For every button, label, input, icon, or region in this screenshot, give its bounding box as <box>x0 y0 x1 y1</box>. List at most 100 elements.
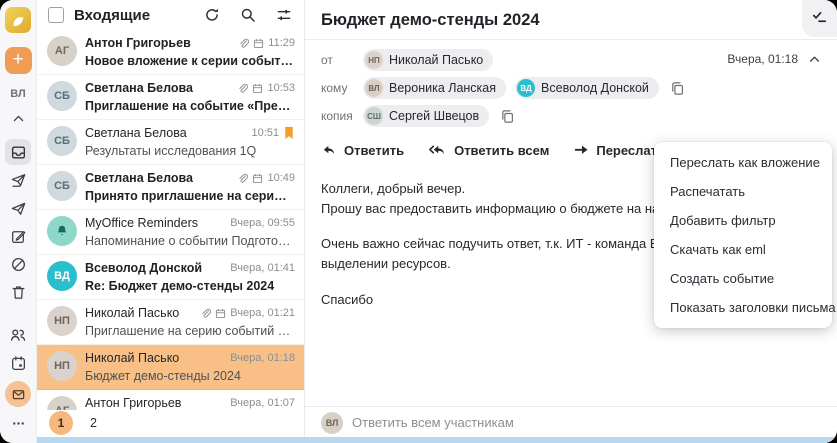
email-row[interactable]: MyOffice Reminders Вчера, 09:55 Напомина… <box>37 210 304 255</box>
avatar: АГ <box>47 396 77 410</box>
collapse-header-chevron-up-icon[interactable] <box>808 53 821 66</box>
menu-item-download-eml[interactable]: Скачать как eml <box>654 235 832 264</box>
email-sender: Антон Григорьев <box>85 396 182 410</box>
folder-title: Входящие <box>74 6 151 24</box>
email-subject: Re: Бюджет демо-стенды 2024 <box>85 279 275 293</box>
avatar: СБ <box>47 126 77 156</box>
email-time: Вчера, 01:41 <box>230 262 295 274</box>
reminder-bell-avatar <box>47 216 77 246</box>
refresh-icon[interactable] <box>204 7 220 23</box>
email-subject: Новое вложение к серии событий «Аналити… <box>85 54 295 68</box>
email-row[interactable]: СБ Светлана Белова 10:49 Принято приглаш… <box>37 165 304 210</box>
event-calendar-icon <box>252 83 263 94</box>
menu-item-print[interactable]: Распечатать <box>654 177 832 206</box>
account-initials[interactable]: ВЛ <box>10 88 25 100</box>
collapse-account-chevron-up-icon[interactable] <box>5 105 31 131</box>
copy-recipients-icon[interactable] <box>670 81 685 96</box>
contacts-app-icon[interactable] <box>5 322 31 348</box>
copy-cc-icon[interactable] <box>500 109 515 124</box>
attachment-paperclip-icon <box>200 308 212 319</box>
reply-button[interactable]: Ответить <box>321 143 404 158</box>
compose-new-button[interactable]: + <box>4 47 32 74</box>
message-list-header: Входящие <box>37 0 304 30</box>
calendar-app-icon[interactable] <box>5 350 31 376</box>
mail-app-active-icon[interactable] <box>5 381 31 407</box>
email-subject: Бюджет демо-стенды 2024 <box>85 369 241 383</box>
forward-button[interactable]: Переслать <box>573 143 665 158</box>
folder-trash-icon[interactable] <box>5 279 31 305</box>
page-2-button[interactable]: 2 <box>90 416 97 430</box>
menu-item-show-headers[interactable]: Показать заголовки письма <box>654 293 836 322</box>
email-row[interactable]: НП Николай Пасько Вчера, 01:21 Приглашен… <box>37 300 304 345</box>
app-rail: + ВЛ <box>0 0 37 443</box>
avatar: ВД <box>517 79 536 97</box>
message-list-panel: Входящие АГ Антон Григорьев 11:29 Новое … <box>37 0 305 443</box>
avatar: ВЛ <box>321 411 343 434</box>
from-name: Николай Пасько <box>389 53 484 67</box>
checklist-icon[interactable] <box>802 0 837 37</box>
reply-all-button[interactable]: Ответить всем <box>428 143 549 158</box>
cc-chip[interactable]: СШ Сергей Швецов <box>363 105 490 127</box>
avatar: СБ <box>47 171 77 201</box>
body-line: Коллеги, добрый вечер. <box>321 181 466 196</box>
to-chip[interactable]: ВД Всеволод Донской <box>515 77 659 99</box>
more-actions-menu: Переслать как вложение Распечатать Добав… <box>654 142 836 328</box>
email-title: Бюджет демо-стенды 2024 <box>305 0 837 40</box>
menu-item-create-event[interactable]: Создать событие <box>654 264 832 293</box>
email-row[interactable]: АГ Антон Григорьев Вчера, 01:07 <box>37 390 304 410</box>
folder-spam-icon[interactable] <box>5 251 31 277</box>
email-row[interactable]: СБ Светлана Белова 10:53 Приглашение на … <box>37 75 304 120</box>
email-subject: Результаты исследования 1Q <box>85 144 257 158</box>
to-label: кому <box>321 81 348 95</box>
menu-item-forward-as-attachment[interactable]: Переслать как вложение <box>654 148 832 177</box>
email-sender: Светлана Белова <box>85 171 193 185</box>
to-name: Всеволод Донской <box>541 81 649 95</box>
email-row[interactable]: СБ Светлана Белова 10:51 Результаты иссл… <box>37 120 304 165</box>
select-all-checkbox[interactable] <box>48 7 64 23</box>
cc-name: Сергей Швецов <box>389 109 480 123</box>
filter-tune-icon[interactable] <box>276 7 292 23</box>
myoffice-logo-icon <box>5 7 31 33</box>
avatar: ВД <box>47 261 77 291</box>
avatar: ВЛ <box>365 79 383 97</box>
email-time: 10:53 <box>267 82 295 94</box>
email-time: Вчера, 09:55 <box>230 217 295 229</box>
mail-app-window: + ВЛ Входящие АГ Антон Григорьев 11:29 Н… <box>0 0 837 443</box>
email-subject: Принято приглашение на серию событий «… <box>85 189 295 203</box>
email-time: Вчера, 01:07 <box>230 397 295 409</box>
folder-sent-icon[interactable] <box>5 167 31 193</box>
email-time: Вчера, 01:21 <box>230 307 295 319</box>
page-1-button[interactable]: 1 <box>49 411 73 435</box>
folder-drafts-icon[interactable] <box>5 223 31 249</box>
email-time: 11:29 <box>268 37 295 49</box>
cc-label: копия <box>321 109 353 123</box>
folder-inbox-icon[interactable] <box>5 139 31 165</box>
email-row[interactable]: АГ Антон Григорьев 11:29 Новое вложение … <box>37 30 304 75</box>
from-chip[interactable]: НП Николай Пасько <box>363 49 494 71</box>
body-line: выделении ресурсов. <box>321 256 451 272</box>
avatar: НП <box>365 51 383 69</box>
email-time: 10:51 <box>251 127 279 139</box>
bottom-scrollbar[interactable] <box>37 437 837 443</box>
app-switcher <box>5 322 31 443</box>
avatar: АГ <box>47 36 77 66</box>
search-icon[interactable] <box>240 7 256 23</box>
event-calendar-icon <box>215 308 226 319</box>
menu-item-add-filter[interactable]: Добавить фильтр <box>654 206 832 235</box>
email-sender: Николай Пасько <box>85 351 180 365</box>
email-meta: от НП Николай Пасько кому ВЛ Вероника Ла… <box>305 40 837 135</box>
flag-bookmark-icon <box>283 126 295 140</box>
avatar: СБ <box>47 81 77 111</box>
email-time: Вчера, 01:18 <box>230 352 295 364</box>
email-row[interactable]: ВД Всеволод Донской Вчера, 01:41 Re: Бюд… <box>37 255 304 300</box>
event-calendar-icon <box>252 173 263 184</box>
avatar: СШ <box>365 107 383 125</box>
email-sender: MyOffice Reminders <box>85 216 198 230</box>
folder-outbox-icon[interactable] <box>5 195 31 221</box>
email-row-selected[interactable]: НП Николай Пасько Вчера, 01:18 Бюджет де… <box>37 345 304 390</box>
more-apps-ellipsis-icon[interactable] <box>5 410 31 436</box>
email-sender: Светлана Белова <box>85 126 187 140</box>
to-chip[interactable]: ВЛ Вероника Ланская <box>363 77 507 99</box>
avatar: НП <box>47 306 77 336</box>
avatar: НП <box>47 351 77 381</box>
